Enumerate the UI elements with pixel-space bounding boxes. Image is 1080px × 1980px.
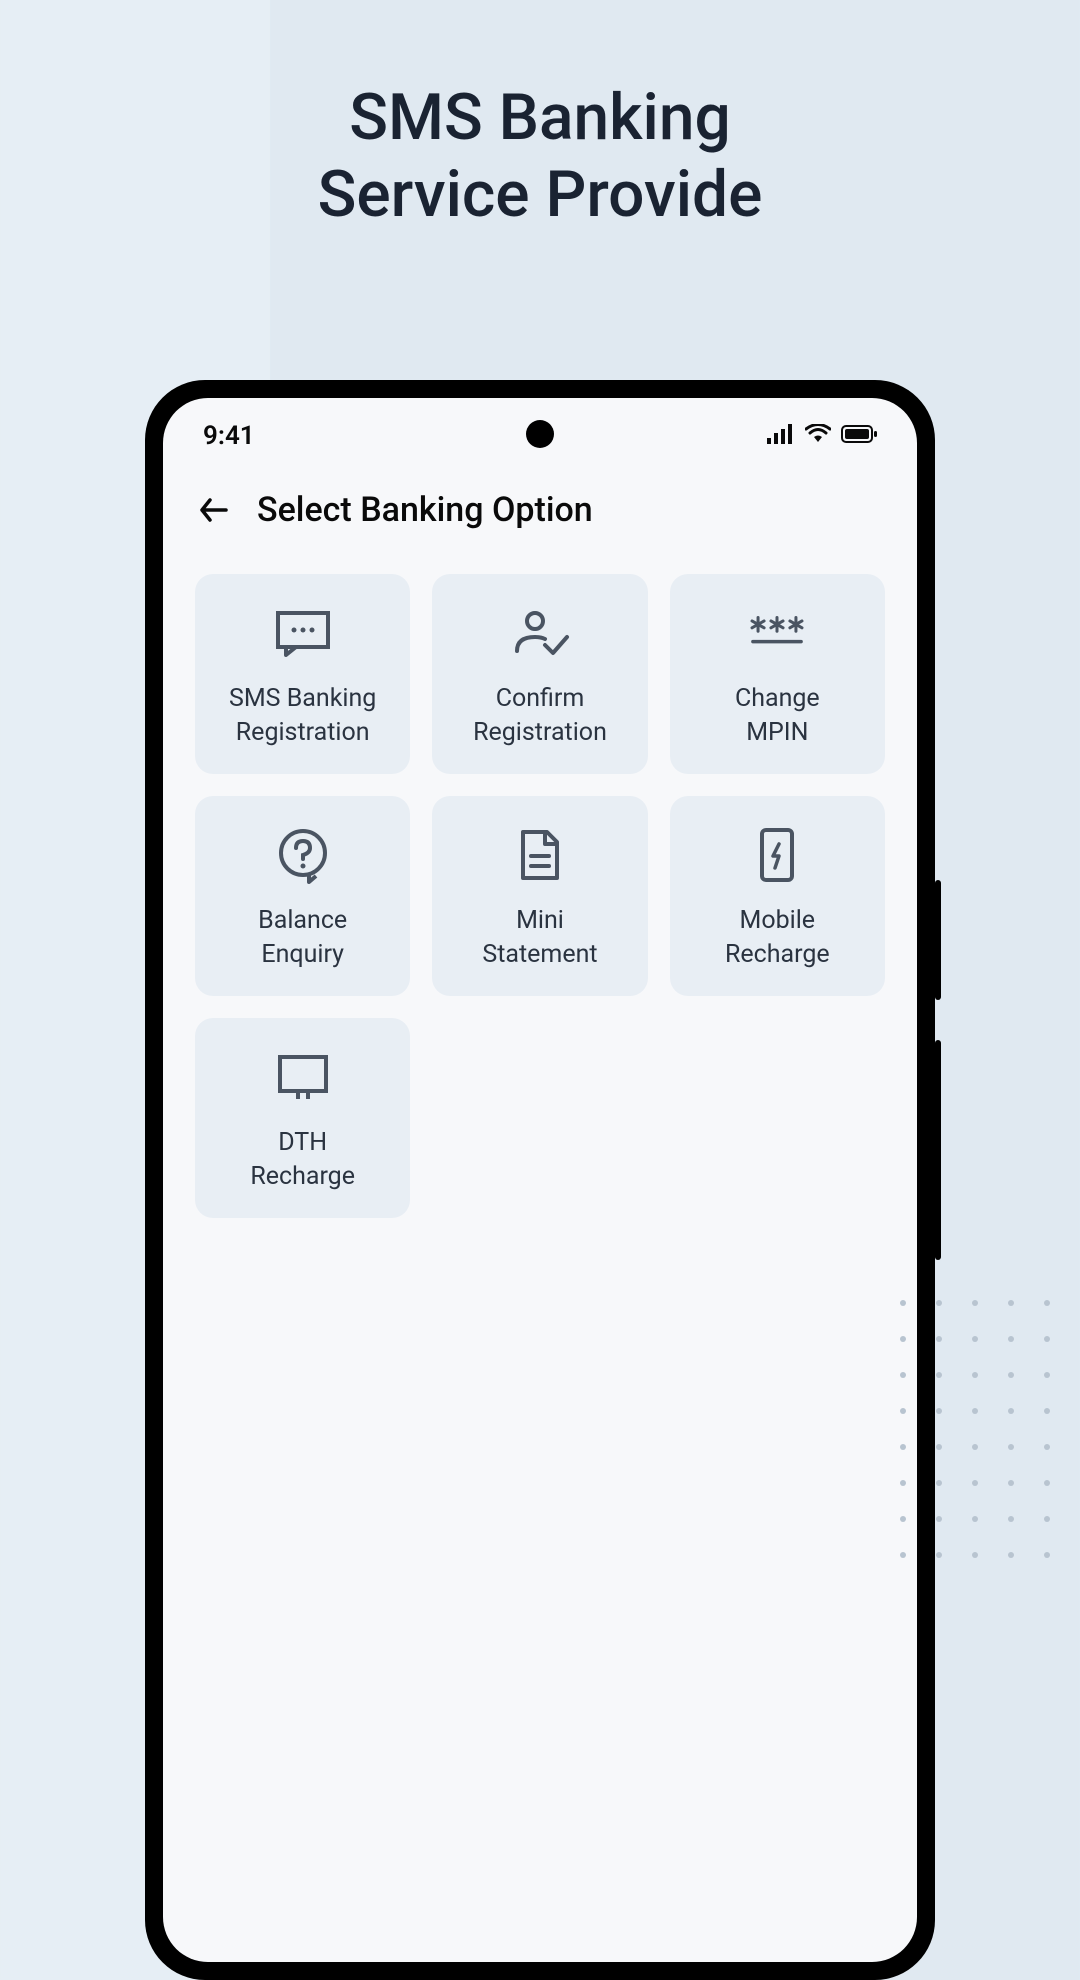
option-label: SMS Banking Registration xyxy=(229,682,376,750)
back-button[interactable] xyxy=(195,491,233,529)
arrow-left-icon xyxy=(196,492,232,528)
options-grid: SMS Banking Registration Confirm Registr… xyxy=(163,554,917,1238)
promo-line-1: SMS Banking xyxy=(0,80,1080,157)
asterisks-icon xyxy=(746,602,808,664)
message-icon xyxy=(272,602,334,664)
status-time: 9:41 xyxy=(203,421,255,451)
phone-screen: 9:41 xyxy=(163,398,917,1962)
phone-camera xyxy=(526,420,554,448)
battery-icon xyxy=(841,425,877,447)
option-change-mpin[interactable]: Change MPIN xyxy=(670,574,885,774)
app-header: Select Banking Option xyxy=(163,466,917,554)
option-mobile-recharge[interactable]: Mobile Recharge xyxy=(670,796,885,996)
option-confirm-registration[interactable]: Confirm Registration xyxy=(432,574,647,774)
cellular-icon xyxy=(767,424,795,448)
document-icon xyxy=(509,824,571,886)
user-check-icon xyxy=(509,602,571,664)
phone-frame: 9:41 xyxy=(145,380,935,1980)
option-label: Balance Enquiry xyxy=(258,904,347,972)
option-label: Change MPIN xyxy=(735,682,820,750)
status-icons xyxy=(767,424,877,448)
option-mini-statement[interactable]: Mini Statement xyxy=(432,796,647,996)
wifi-icon xyxy=(805,424,831,448)
promo-title: SMS Banking Service Provide xyxy=(0,0,1080,234)
option-label: DTH Recharge xyxy=(250,1126,355,1194)
phone-side-button-2 xyxy=(935,1040,941,1260)
option-dth-recharge[interactable]: DTH Recharge xyxy=(195,1018,410,1218)
question-circle-icon xyxy=(272,824,334,886)
option-label: Mobile Recharge xyxy=(725,904,830,972)
promo-line-2: Service Provide xyxy=(0,157,1080,234)
option-label: Confirm Registration xyxy=(473,682,607,750)
option-balance-enquiry[interactable]: Balance Enquiry xyxy=(195,796,410,996)
phone-charge-icon xyxy=(746,824,808,886)
option-label: Mini Statement xyxy=(482,904,597,972)
monitor-icon xyxy=(272,1046,334,1108)
phone-side-button-1 xyxy=(935,880,941,1000)
page-title: Select Banking Option xyxy=(257,490,593,530)
option-sms-banking-registration[interactable]: SMS Banking Registration xyxy=(195,574,410,774)
